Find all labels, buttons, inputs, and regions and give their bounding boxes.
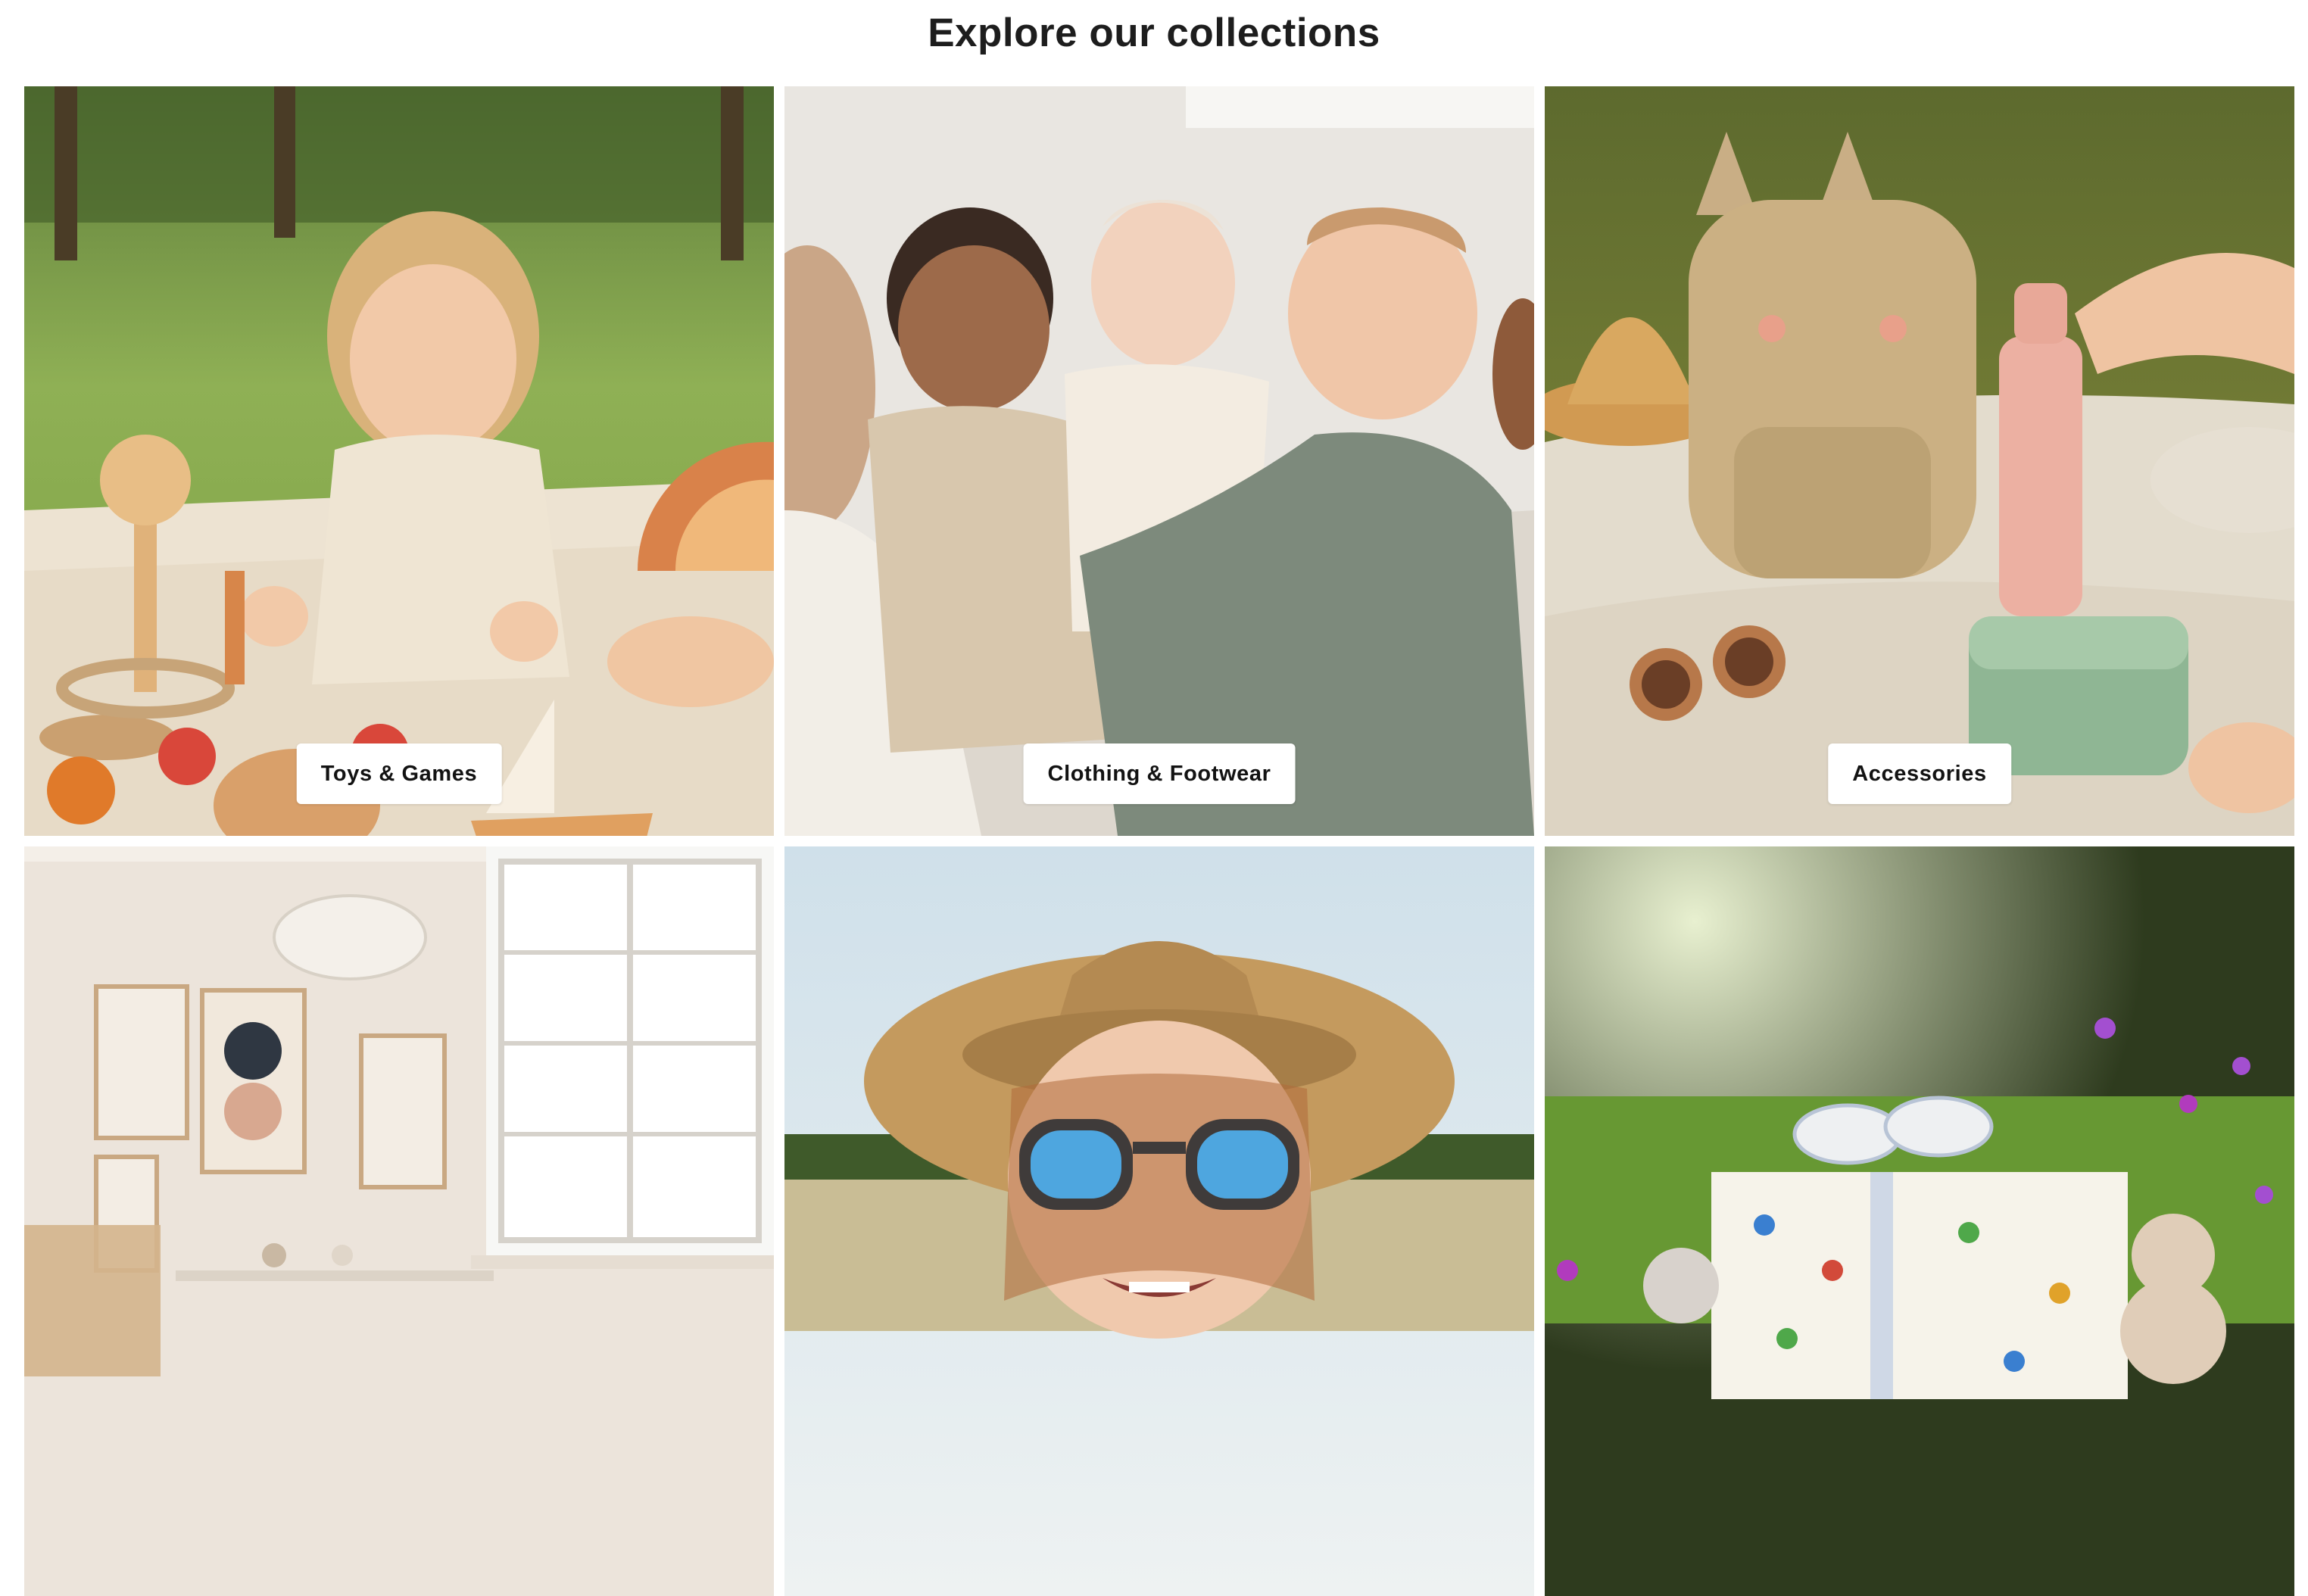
collections-grid: Toys & Games Clothing & Footwear Accesso… [24,86,2294,1596]
collection-card-toys-games[interactable]: Toys & Games [24,86,774,836]
collection-card-4[interactable] [24,846,774,1596]
collection-card-5[interactable] [784,846,1534,1596]
collection-image-toys-games [24,86,774,836]
collection-card-accessories[interactable]: Accessories [1545,86,2294,836]
collection-card-clothing-footwear[interactable]: Clothing & Footwear [784,86,1534,836]
collection-image-accessories [1545,86,2294,836]
collection-image-gift-meadow [1545,846,2294,1596]
collection-image-clothing-footwear [784,86,1534,836]
collection-image-summer-hat [784,846,1534,1596]
collection-label: Toys & Games [296,743,502,804]
section-title: Explore our collections [928,11,1380,55]
collection-label: Accessories [1828,743,2011,804]
collection-image-nursery [24,846,774,1596]
collection-card-6[interactable] [1545,846,2294,1596]
collection-label: Clothing & Footwear [1023,743,1296,804]
